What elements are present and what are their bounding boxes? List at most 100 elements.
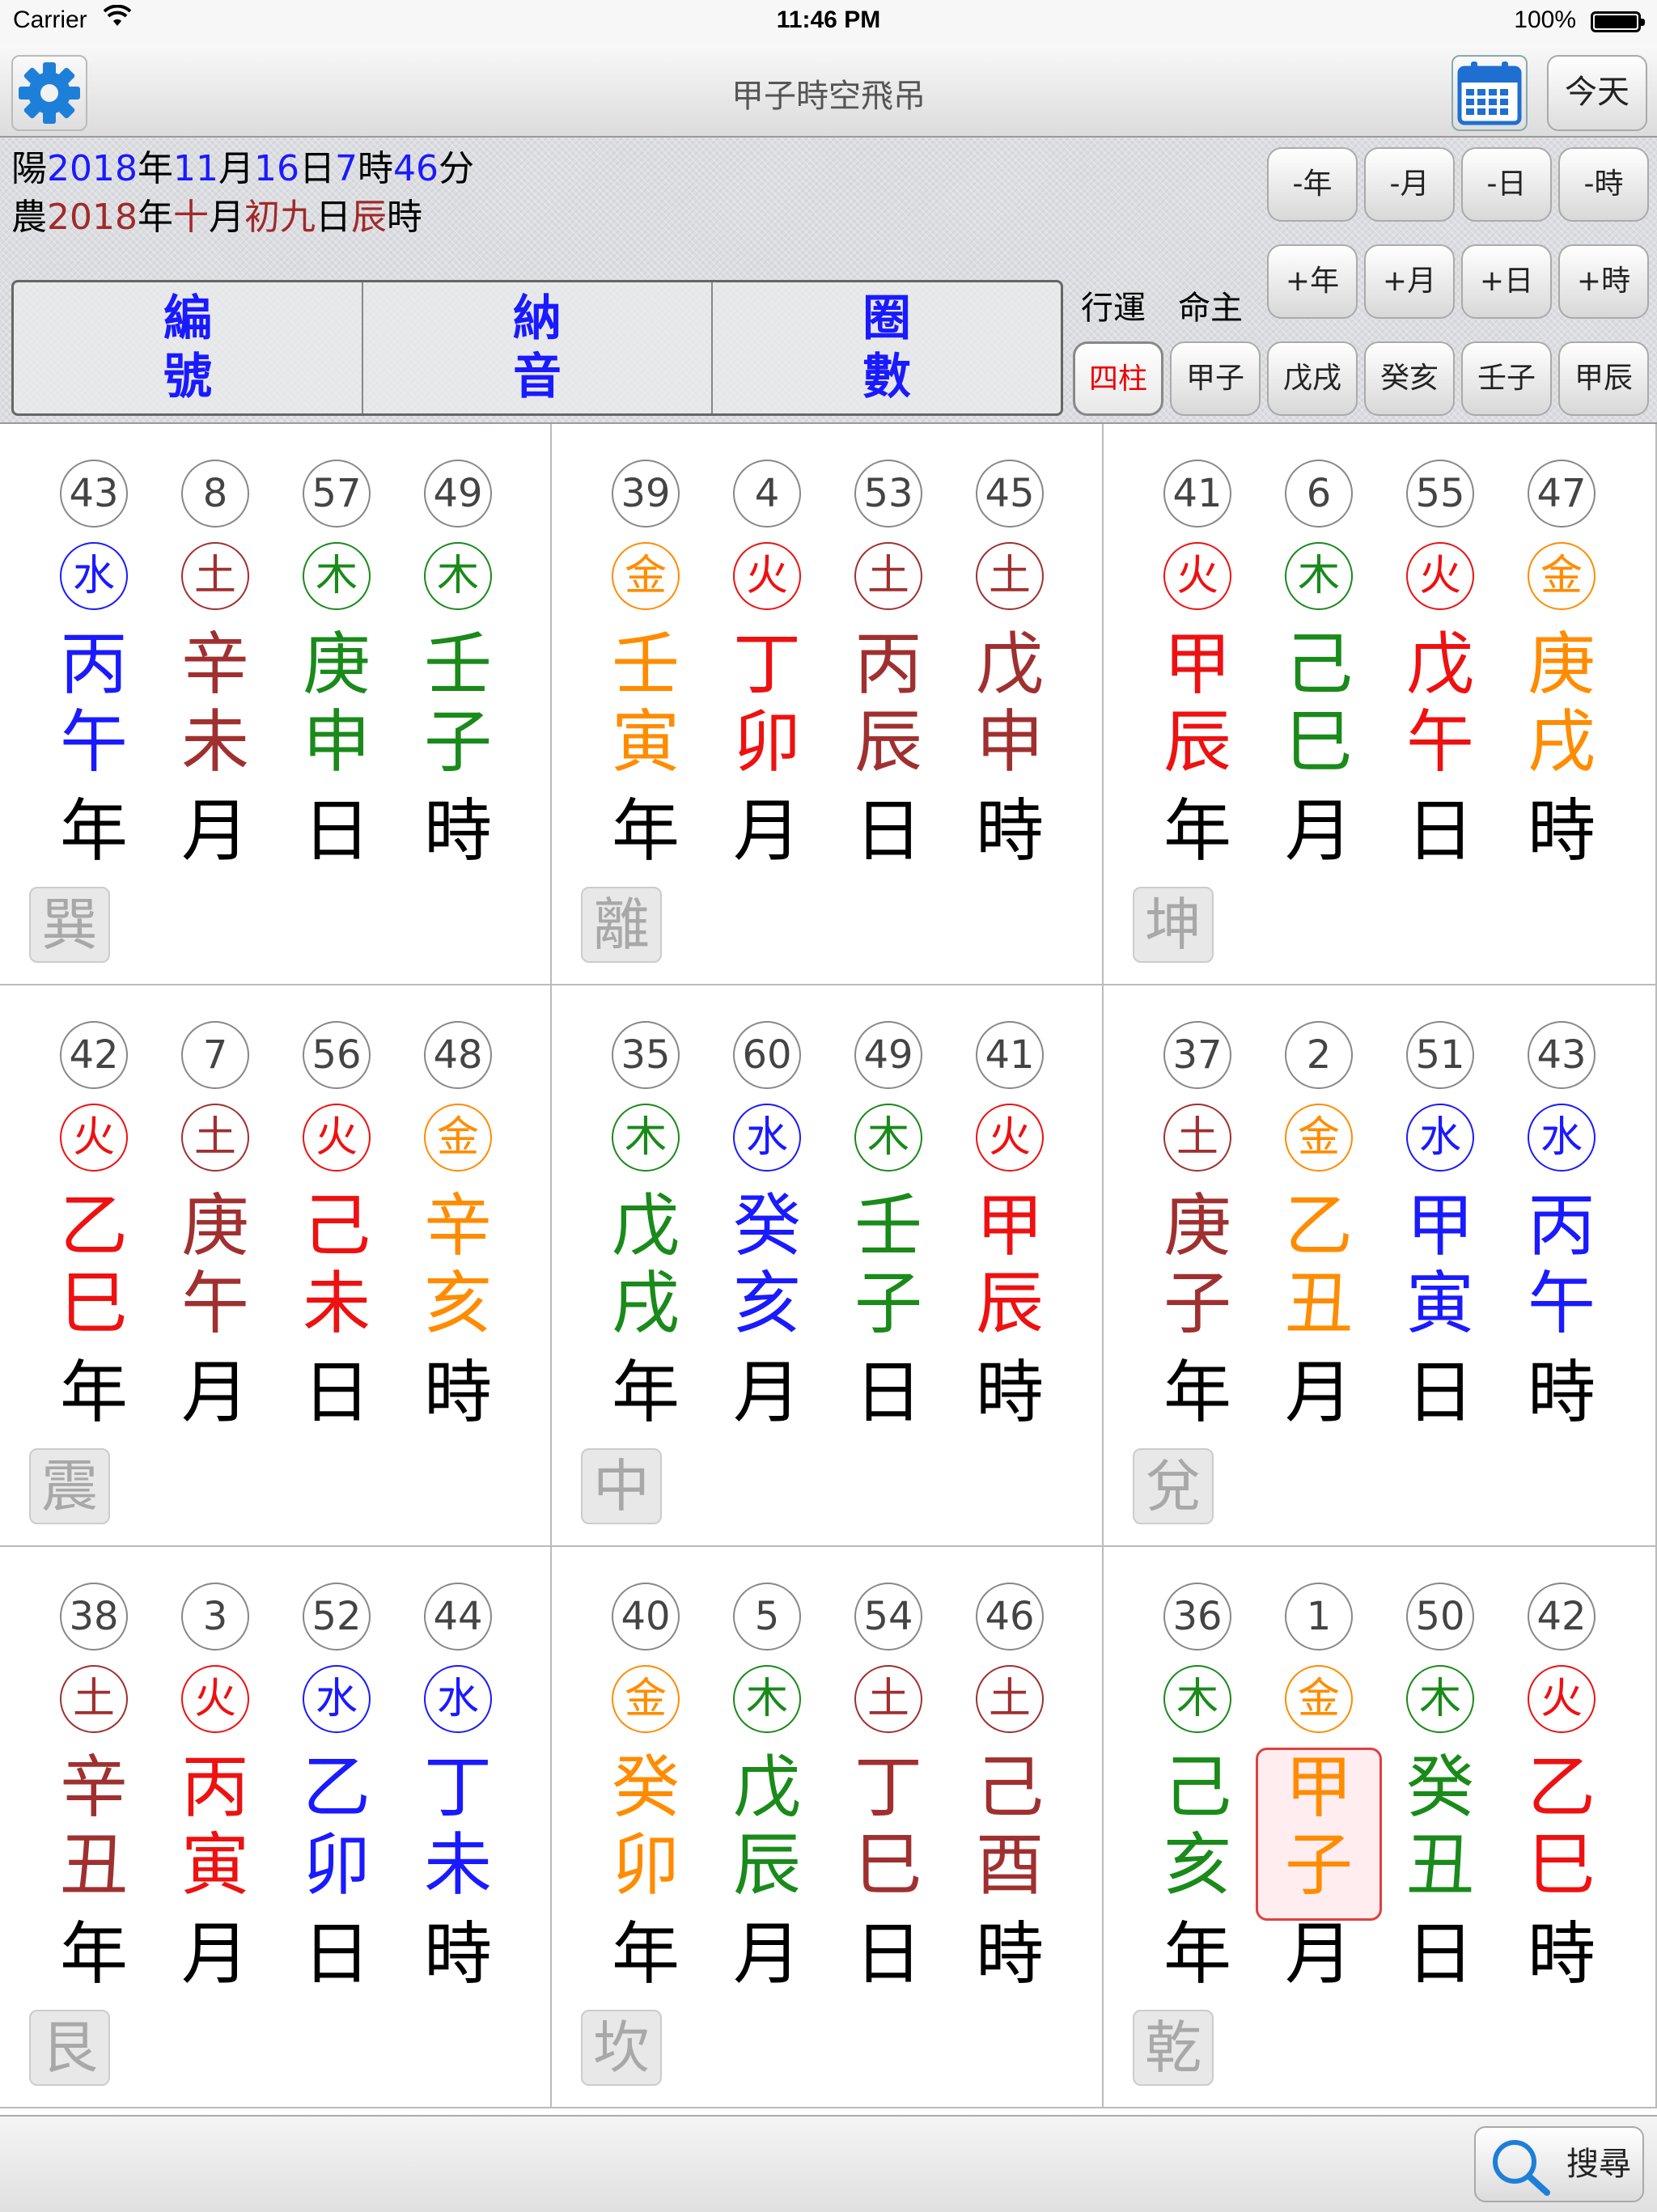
palace-cell[interactable]: 38 土辛丑年 3 火丙寅月 52 水乙卯日 44 水丁未時艮 [0, 1547, 552, 2108]
trigram-label: 巽 [29, 887, 110, 963]
element-badge: 土 [60, 1665, 128, 1733]
palace-cell[interactable]: 39 金壬寅年 4 火丁卯月 53 土丙辰日 45 土戊申時離 [552, 424, 1104, 985]
element-badge: 火 [1406, 542, 1474, 610]
pillar-button-jiachen[interactable]: 甲辰 [1558, 341, 1649, 416]
pillar-button-wuxu[interactable]: 戊戌 [1267, 341, 1358, 416]
earthly-branch: 寅 [180, 1825, 249, 1905]
heavenly-stem: 甲 [975, 1186, 1044, 1265]
earthly-branch: 子 [854, 1264, 922, 1343]
search-button[interactable]: 搜尋 [1474, 2126, 1644, 2202]
heavenly-stem: 辛 [180, 625, 249, 704]
heavenly-stem: 丙 [180, 1748, 249, 1827]
mode-number-button[interactable]: 編 號 [14, 282, 363, 413]
heavenly-stem: 庚 [302, 625, 371, 704]
pillar-button-renzi[interactable]: 壬子 [1461, 341, 1552, 416]
pillar-column: 42 火乙巳時 [1501, 1547, 1622, 2000]
today-button[interactable]: 今天 [1547, 55, 1647, 131]
calendar-button[interactable] [1451, 55, 1528, 131]
heavenly-stem: 壬 [854, 1186, 922, 1265]
plus-year-button[interactable]: +年 [1267, 244, 1358, 319]
palace-cell[interactable]: 36 木己亥年 1 金甲子月 50 木癸丑日 42 火乙巳時乾 [1104, 1547, 1657, 2108]
mode-circle-line1: 圈 [862, 290, 911, 347]
heavenly-stem: 戊 [732, 1748, 801, 1827]
period-label: 月 [180, 1353, 249, 1432]
pillar-button-jiazi[interactable]: 甲子 [1170, 341, 1261, 416]
element-badge: 火 [1163, 542, 1231, 610]
period-label: 月 [1284, 791, 1353, 871]
period-label: 日 [854, 1353, 922, 1432]
pillar-button-four-pillars[interactable]: 四柱 [1073, 341, 1163, 416]
earthly-branch: 辰 [975, 1264, 1044, 1343]
pillar-number: 50 [1406, 1583, 1474, 1651]
period-label: 月 [732, 1914, 801, 1994]
lunar-month: 十 [172, 197, 209, 238]
earthly-branch: 巳 [854, 1825, 922, 1905]
heavenly-stem: 庚 [1527, 625, 1596, 704]
heavenly-stem: 丙 [59, 625, 128, 704]
element-badge: 金 [1285, 1665, 1353, 1733]
plus-hour-button[interactable]: +時 [1558, 244, 1649, 319]
lunar-prefix: 農 [11, 197, 47, 238]
heavenly-stem: 丁 [732, 625, 801, 704]
period-label: 年 [611, 1914, 680, 1994]
trigram-label: 兌 [1133, 1448, 1214, 1524]
palace-cell[interactable]: 37 土庚子年 2 金乙丑月 51 水甲寅日 43 水丙午時兌 [1104, 985, 1657, 1547]
earthly-branch: 丑 [1284, 1264, 1353, 1343]
pillar-column: 39 金壬寅年 [585, 424, 706, 877]
pillar-column: 51 水甲寅日 [1379, 985, 1501, 1439]
heavenly-stem: 辛 [59, 1748, 128, 1827]
heavenly-stem: 戊 [975, 625, 1044, 704]
palace-cell[interactable]: 40 金癸卯年 5 木戊辰月 54 土丁巳日 46 土己酉時坎 [552, 1547, 1104, 2108]
earthly-branch: 子 [1163, 1264, 1231, 1343]
heavenly-stem: 己 [302, 1186, 371, 1265]
mode-circle-button[interactable]: 圈 數 [713, 282, 1061, 413]
minus-month-button[interactable]: -月 [1364, 147, 1455, 222]
palace-cell[interactable]: 43 水丙午年 8 土辛未月 57 木庚申日 49 木壬子時巽 [0, 424, 552, 985]
pillar-number: 37 [1163, 1021, 1231, 1089]
heavenly-stem: 丙 [1527, 1186, 1596, 1265]
heavenly-stem: 癸 [1405, 1748, 1474, 1827]
lunar-month-unit: 月 [208, 197, 244, 238]
palace-cell[interactable]: 35 木戊戌年 60 水癸亥月 49 木壬子日 41 火甲辰時中 [552, 985, 1104, 1547]
minus-day-button[interactable]: -日 [1461, 147, 1552, 222]
pillar-column: 42 火乙巳年 [33, 985, 155, 1439]
period-label: 年 [1163, 791, 1231, 871]
pillar-column: 57 木庚申日 [276, 424, 397, 877]
minus-year-button[interactable]: -年 [1267, 147, 1358, 222]
earthly-branch: 申 [975, 702, 1044, 782]
pillar-number: 35 [612, 1021, 680, 1089]
mode-selector: 編 號 納 音 圈 數 [11, 280, 1063, 416]
pillar-number: 53 [854, 460, 922, 528]
pillar-number: 49 [854, 1021, 922, 1089]
element-badge: 土 [976, 542, 1044, 610]
element-badge: 木 [303, 542, 371, 610]
element-badge: 水 [303, 1665, 371, 1733]
palace-cell[interactable]: 41 火甲辰年 6 木己巳月 55 火戊午日 47 金庚戌時坤 [1104, 424, 1657, 985]
pillar-number: 49 [424, 460, 492, 528]
mode-nayin-button[interactable]: 納 音 [363, 282, 713, 413]
earthly-branch: 卯 [611, 1825, 680, 1905]
lunar-day-unit: 日 [315, 197, 351, 238]
plus-day-button[interactable]: +日 [1461, 244, 1552, 319]
earthly-branch: 子 [423, 702, 492, 782]
heavenly-stem: 庚 [180, 1186, 249, 1265]
minus-hour-button[interactable]: -時 [1558, 147, 1649, 222]
earthly-branch: 辰 [854, 702, 922, 782]
pillar-number: 3 [181, 1583, 249, 1651]
pillar-column: 6 木己巳月 [1258, 424, 1379, 877]
palace-cell[interactable]: 42 火乙巳年 7 土庚午月 56 火己未日 48 金辛亥時震 [0, 985, 552, 1547]
element-badge: 木 [854, 1104, 922, 1172]
pillar-button-guihai[interactable]: 癸亥 [1364, 341, 1455, 416]
period-label: 年 [611, 1353, 680, 1432]
heavenly-stem: 乙 [1284, 1186, 1353, 1265]
mode-number-line1: 編 [163, 290, 212, 347]
earthly-branch: 午 [59, 702, 128, 782]
pillar-column: 49 木壬子時 [397, 424, 519, 877]
heavenly-stem: 辛 [423, 1186, 492, 1265]
pillar-column: 37 土庚子年 [1137, 985, 1258, 1439]
plus-month-button[interactable]: +月 [1364, 244, 1455, 319]
element-badge: 土 [854, 542, 922, 610]
period-label: 年 [611, 791, 680, 871]
control-panel: 陽2018年11月16日7時46分 農2018年十月初九日辰時 編 號 納 音 … [0, 138, 1657, 424]
element-badge: 金 [612, 1665, 680, 1733]
